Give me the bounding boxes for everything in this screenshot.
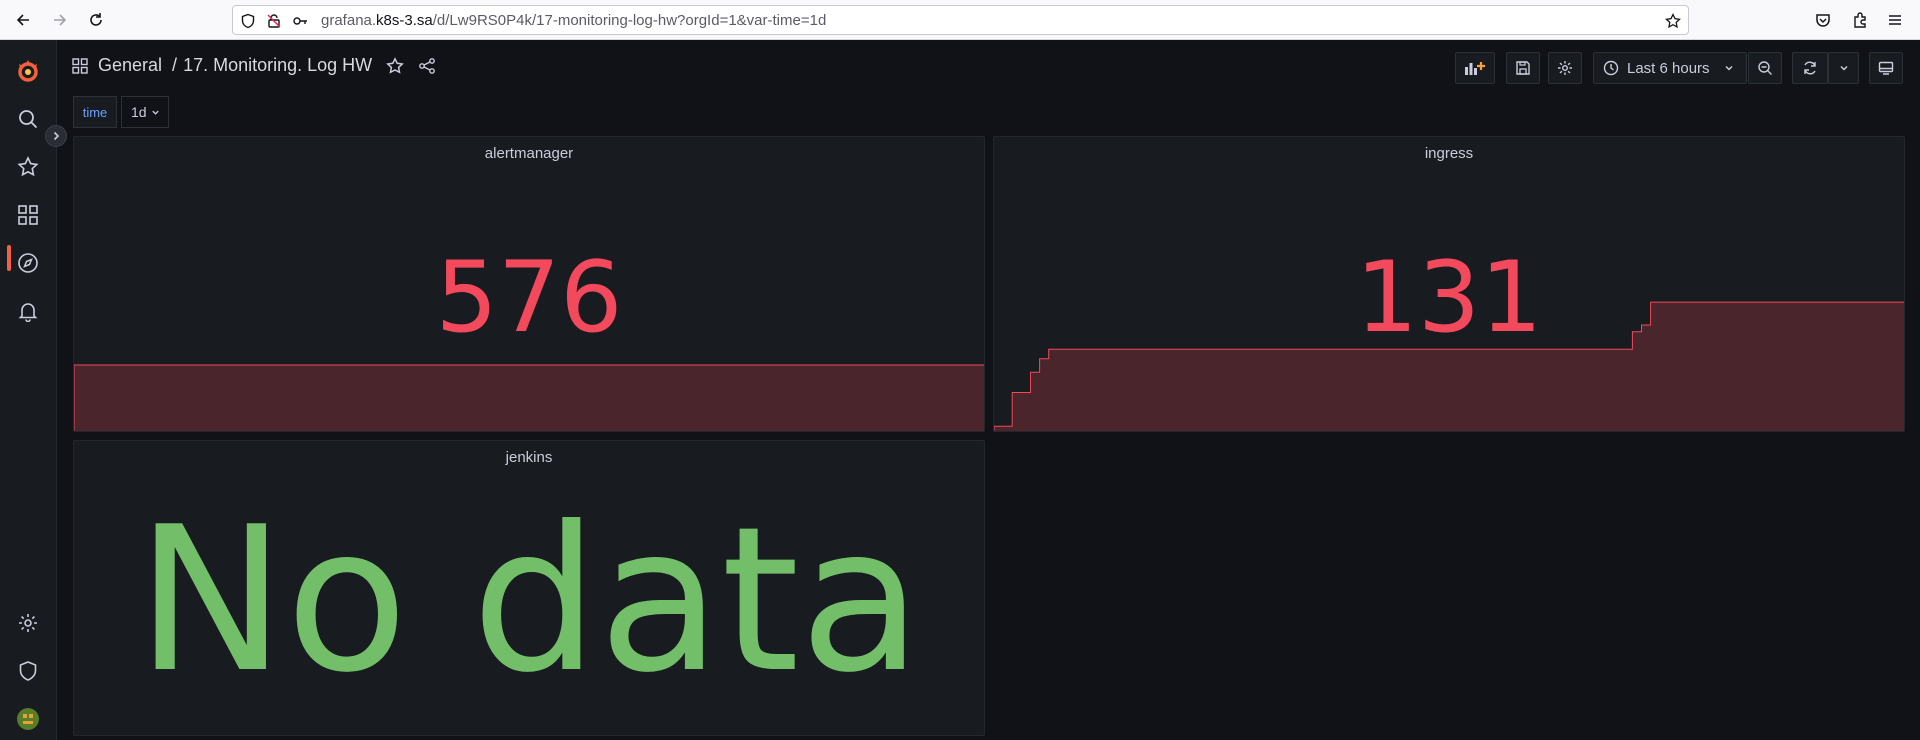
url-prefix: grafana. [321,12,377,29]
tracking-off-icon[interactable] [265,12,283,30]
dashboard-grid-icon [72,57,88,74]
starred-icon[interactable] [13,152,43,182]
shield-icon[interactable] [239,12,257,30]
sparkline-area [74,364,984,431]
panel-title: ingress [1424,145,1474,162]
explore-compass-icon[interactable] [13,248,43,278]
menu-icon[interactable] [1884,9,1906,31]
dashboard-settings-button[interactable] [1548,52,1582,84]
time-variable-select[interactable]: 1d [121,96,169,128]
configuration-gear-icon[interactable] [13,608,43,638]
panel-alertmanager[interactable]: alertmanager 576 [73,136,985,432]
active-indicator [7,245,11,271]
url-host: k8s-3.sa [376,12,433,29]
key-icon[interactable] [291,12,309,30]
pocket-icon[interactable] [1812,9,1834,31]
no-data-value: No data [135,484,923,717]
breadcrumb-dashboard-title[interactable]: 17. Monitoring. Log HW [183,55,372,76]
url-bar[interactable]: grafana.k8s-3.sa/d/Lw9RS0P4k/17-monitori… [232,5,1689,35]
sparkline [74,364,984,431]
tv-mode-button[interactable] [1869,52,1903,84]
reload-icon[interactable] [84,8,108,32]
sparkline-area [994,301,1904,431]
refresh-button[interactable] [1792,52,1828,84]
time-range-picker[interactable]: Last 6 hours [1593,52,1747,84]
panel-ingress[interactable]: ingress 131 [993,136,1905,432]
bookmark-star-icon[interactable] [1664,12,1682,30]
refresh-interval-dropdown[interactable] [1828,52,1859,84]
admin-shield-icon[interactable] [13,656,43,686]
forward-icon[interactable] [48,8,72,32]
breadcrumb: General / 17. Monitoring. Log HW [72,55,436,76]
chevron-down-icon [151,108,160,117]
time-variable-value: 1d [131,104,147,120]
time-variable-label: time [73,96,117,128]
url-text: grafana.k8s-3.sa/d/Lw9RS0P4k/17-monitori… [321,12,826,29]
extensions-icon[interactable] [1849,9,1871,31]
sidebar-expand-button[interactable] [45,125,67,147]
back-icon[interactable] [11,8,35,32]
favorite-star-icon[interactable] [386,56,405,75]
browser-toolbar: grafana.k8s-3.sa/d/Lw9RS0P4k/17-monitori… [0,0,1920,40]
save-dashboard-button[interactable] [1506,52,1540,84]
chevron-down-icon [1724,63,1734,73]
clock-icon [1603,60,1619,76]
add-panel-button[interactable] [1455,52,1495,84]
sidebar [0,40,67,740]
panel-jenkins[interactable]: jenkins No data [73,440,985,736]
dashboards-icon[interactable] [13,200,43,230]
stat-value: 576 [435,241,623,355]
zoom-out-button[interactable] [1748,52,1782,84]
share-icon[interactable] [418,57,436,75]
url-path: /d/Lw9RS0P4k/17-monitoring-log-hw?orgId=… [432,12,827,29]
panel-title: alertmanager [484,145,574,162]
breadcrumb-separator: / [172,55,178,75]
sparkline [994,301,1904,431]
time-range-label: Last 6 hours [1627,59,1710,77]
panel-title: jenkins [505,449,553,466]
breadcrumb-folder[interactable]: General [98,55,162,76]
grafana-logo-icon[interactable] [13,56,43,86]
user-avatar[interactable] [13,704,43,734]
search-icon[interactable] [13,104,43,134]
alerting-bell-icon[interactable] [13,296,43,326]
